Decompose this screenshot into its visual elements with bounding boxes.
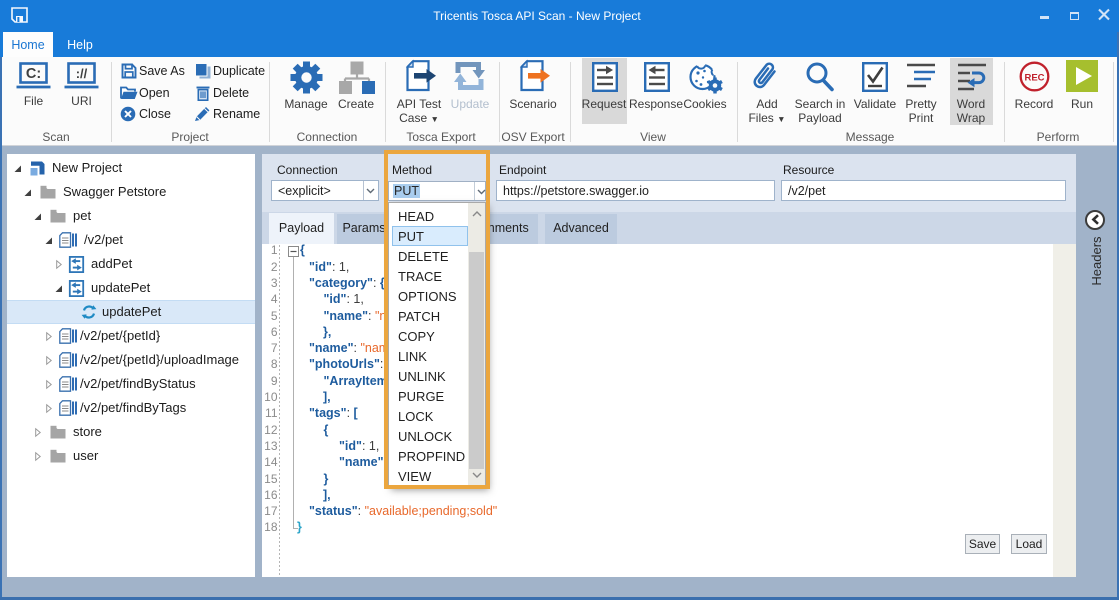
svg-text:REC: REC <box>1024 73 1044 84</box>
svg-text:C:: C: <box>26 66 41 82</box>
svg-text:://: :// <box>76 66 88 81</box>
